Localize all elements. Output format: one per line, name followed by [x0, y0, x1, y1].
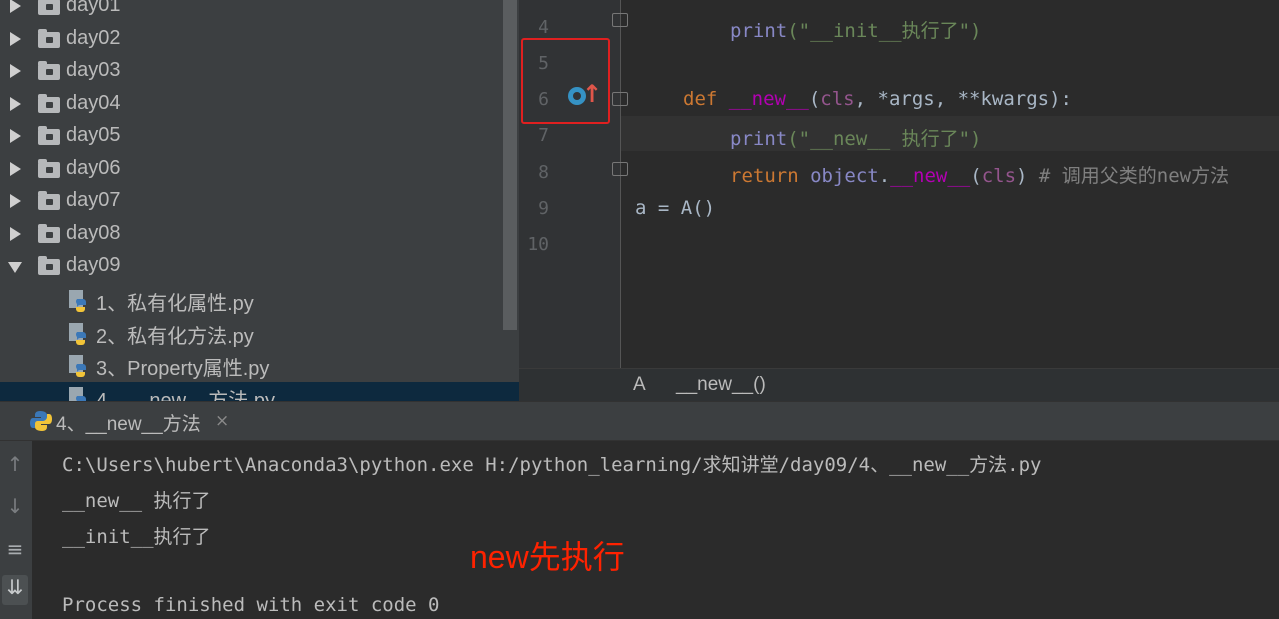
breadcrumb-item[interactable]: A [633, 374, 646, 396]
tree-item-label: day04 [66, 92, 121, 114]
fold-marker-icon[interactable] [612, 162, 628, 176]
tree-item-day02[interactable]: day02 [0, 25, 505, 57]
folder-icon [38, 159, 60, 178]
line-number: 8 [538, 162, 549, 183]
file-label: 3、Property属性.py [96, 358, 270, 380]
code-token: __new__ [728, 88, 809, 110]
tree-file-2[interactable]: 2、私有化方法.py [0, 318, 505, 350]
tree-item-day06[interactable]: day06 [0, 155, 505, 187]
code-token: object [810, 165, 879, 187]
console-line: __new__ 执行了 [62, 490, 211, 512]
expand-arrow-icon[interactable] [10, 64, 21, 78]
console-line: C:\Users\hubert\Anaconda3\python.exe H:/… [62, 454, 1042, 476]
code-line-8[interactable]: return object.__new__(cls) # 调用父类的new方法 [730, 161, 1229, 188]
tree-item-label: day05 [66, 124, 121, 146]
tree-item-label: day06 [66, 157, 121, 179]
code-token: return [730, 165, 811, 187]
code-line-9[interactable]: a = A() [635, 197, 715, 219]
code-token: , *args, **kwargs): [854, 88, 1072, 110]
code-line-6[interactable]: def __new__(cls, *args, **kwargs): [683, 88, 1072, 110]
code-token: ("__init__执行了") [787, 20, 982, 42]
tree-item-label: day09 [66, 254, 121, 276]
code-token: print [730, 128, 788, 150]
close-icon[interactable]: × [215, 411, 229, 431]
tree-item-day03[interactable]: day03 [0, 57, 505, 89]
python-icon [30, 411, 52, 431]
code-token: . [878, 165, 891, 187]
expand-arrow-icon[interactable] [10, 129, 21, 143]
tree-item-label: day02 [66, 27, 121, 49]
run-tab[interactable]: 4、__new__方法 [56, 409, 201, 436]
python-file-icon [69, 323, 86, 345]
folder-icon [38, 191, 60, 210]
folder-icon [38, 94, 60, 113]
code-token: ( [970, 165, 982, 187]
fold-marker-icon[interactable] [612, 13, 628, 27]
tree-item-day01[interactable]: day01 [0, 0, 505, 24]
code-token: ( [808, 88, 821, 110]
tree-item-label: day01 [66, 0, 121, 16]
collapse-arrow-icon[interactable] [8, 262, 22, 273]
expand-arrow-icon[interactable] [10, 32, 21, 46]
tree-file-4-selected[interactable]: 4、__new__方法.py [0, 382, 519, 401]
folder-icon [38, 61, 60, 80]
code-token: ("__new__ 执行了") [787, 128, 982, 150]
tree-item-label: day07 [66, 189, 121, 211]
tree-item-day09[interactable]: day09 [0, 252, 505, 284]
file-label: 4、__new__方法.py [96, 390, 275, 401]
tree-item-day07[interactable]: day07 [0, 187, 505, 219]
tree-item-day04[interactable]: day04 [0, 90, 505, 122]
expand-arrow-icon[interactable] [10, 0, 21, 13]
code-token: def [683, 88, 729, 110]
file-label: 1、私有化属性.py [96, 293, 254, 315]
console-line: __init__执行了 [62, 526, 211, 548]
code-token: # 调用父类的new方法 [1027, 165, 1230, 187]
project-tree: day01 day02 day03 day04 day05 day06 day0… [0, 0, 519, 401]
code-token: print [730, 20, 788, 42]
scroll-to-end-icon[interactable]: ⇊ [2, 575, 28, 605]
code-line-7[interactable]: print("__new__ 执行了") [730, 124, 981, 151]
tree-item-label: day03 [66, 59, 121, 81]
tree-item-day05[interactable]: day05 [0, 122, 505, 154]
line-number: 10 [527, 234, 549, 255]
python-file-icon [69, 387, 86, 401]
tree-item-day08[interactable]: day08 [0, 220, 505, 252]
code-token: cls [820, 88, 855, 110]
folder-icon [38, 256, 60, 275]
line-number: 7 [538, 125, 549, 146]
code-token: ) [1016, 165, 1028, 187]
folder-icon [38, 224, 60, 243]
code-token: __new__ [890, 165, 971, 187]
down-arrow-icon[interactable]: ↓ [4, 494, 26, 518]
expand-arrow-icon[interactable] [10, 227, 21, 241]
console-line: Process finished with exit code 0 [62, 594, 440, 616]
expand-arrow-icon[interactable] [10, 97, 21, 111]
code-line-4[interactable]: print("__init__执行了") [730, 16, 981, 43]
expand-arrow-icon[interactable] [10, 194, 21, 208]
tree-file-1[interactable]: 1、私有化属性.py [0, 285, 505, 317]
gutter-divider [620, 0, 621, 368]
line-number: 4 [538, 17, 549, 38]
tree-scrollbar[interactable] [503, 0, 517, 330]
folder-icon [38, 126, 60, 145]
python-file-icon [69, 290, 86, 312]
code-token: cls [981, 165, 1017, 187]
tree-item-label: day08 [66, 222, 121, 244]
soft-wrap-icon[interactable]: ≡ [4, 537, 26, 561]
python-file-icon [69, 355, 86, 377]
file-label: 2、私有化方法.py [96, 326, 254, 348]
up-arrow-icon[interactable]: ↑ [4, 452, 26, 476]
folder-icon [38, 29, 60, 48]
annotation-text: new先执行 [470, 539, 625, 575]
breadcrumb-item[interactable]: __new__() [676, 374, 766, 396]
line-number: 9 [538, 198, 549, 219]
folder-icon [38, 0, 60, 15]
tree-file-3[interactable]: 3、Property属性.py [0, 350, 505, 382]
expand-arrow-icon[interactable] [10, 162, 21, 176]
highlight-box [521, 38, 610, 124]
fold-marker-icon[interactable] [612, 92, 628, 106]
